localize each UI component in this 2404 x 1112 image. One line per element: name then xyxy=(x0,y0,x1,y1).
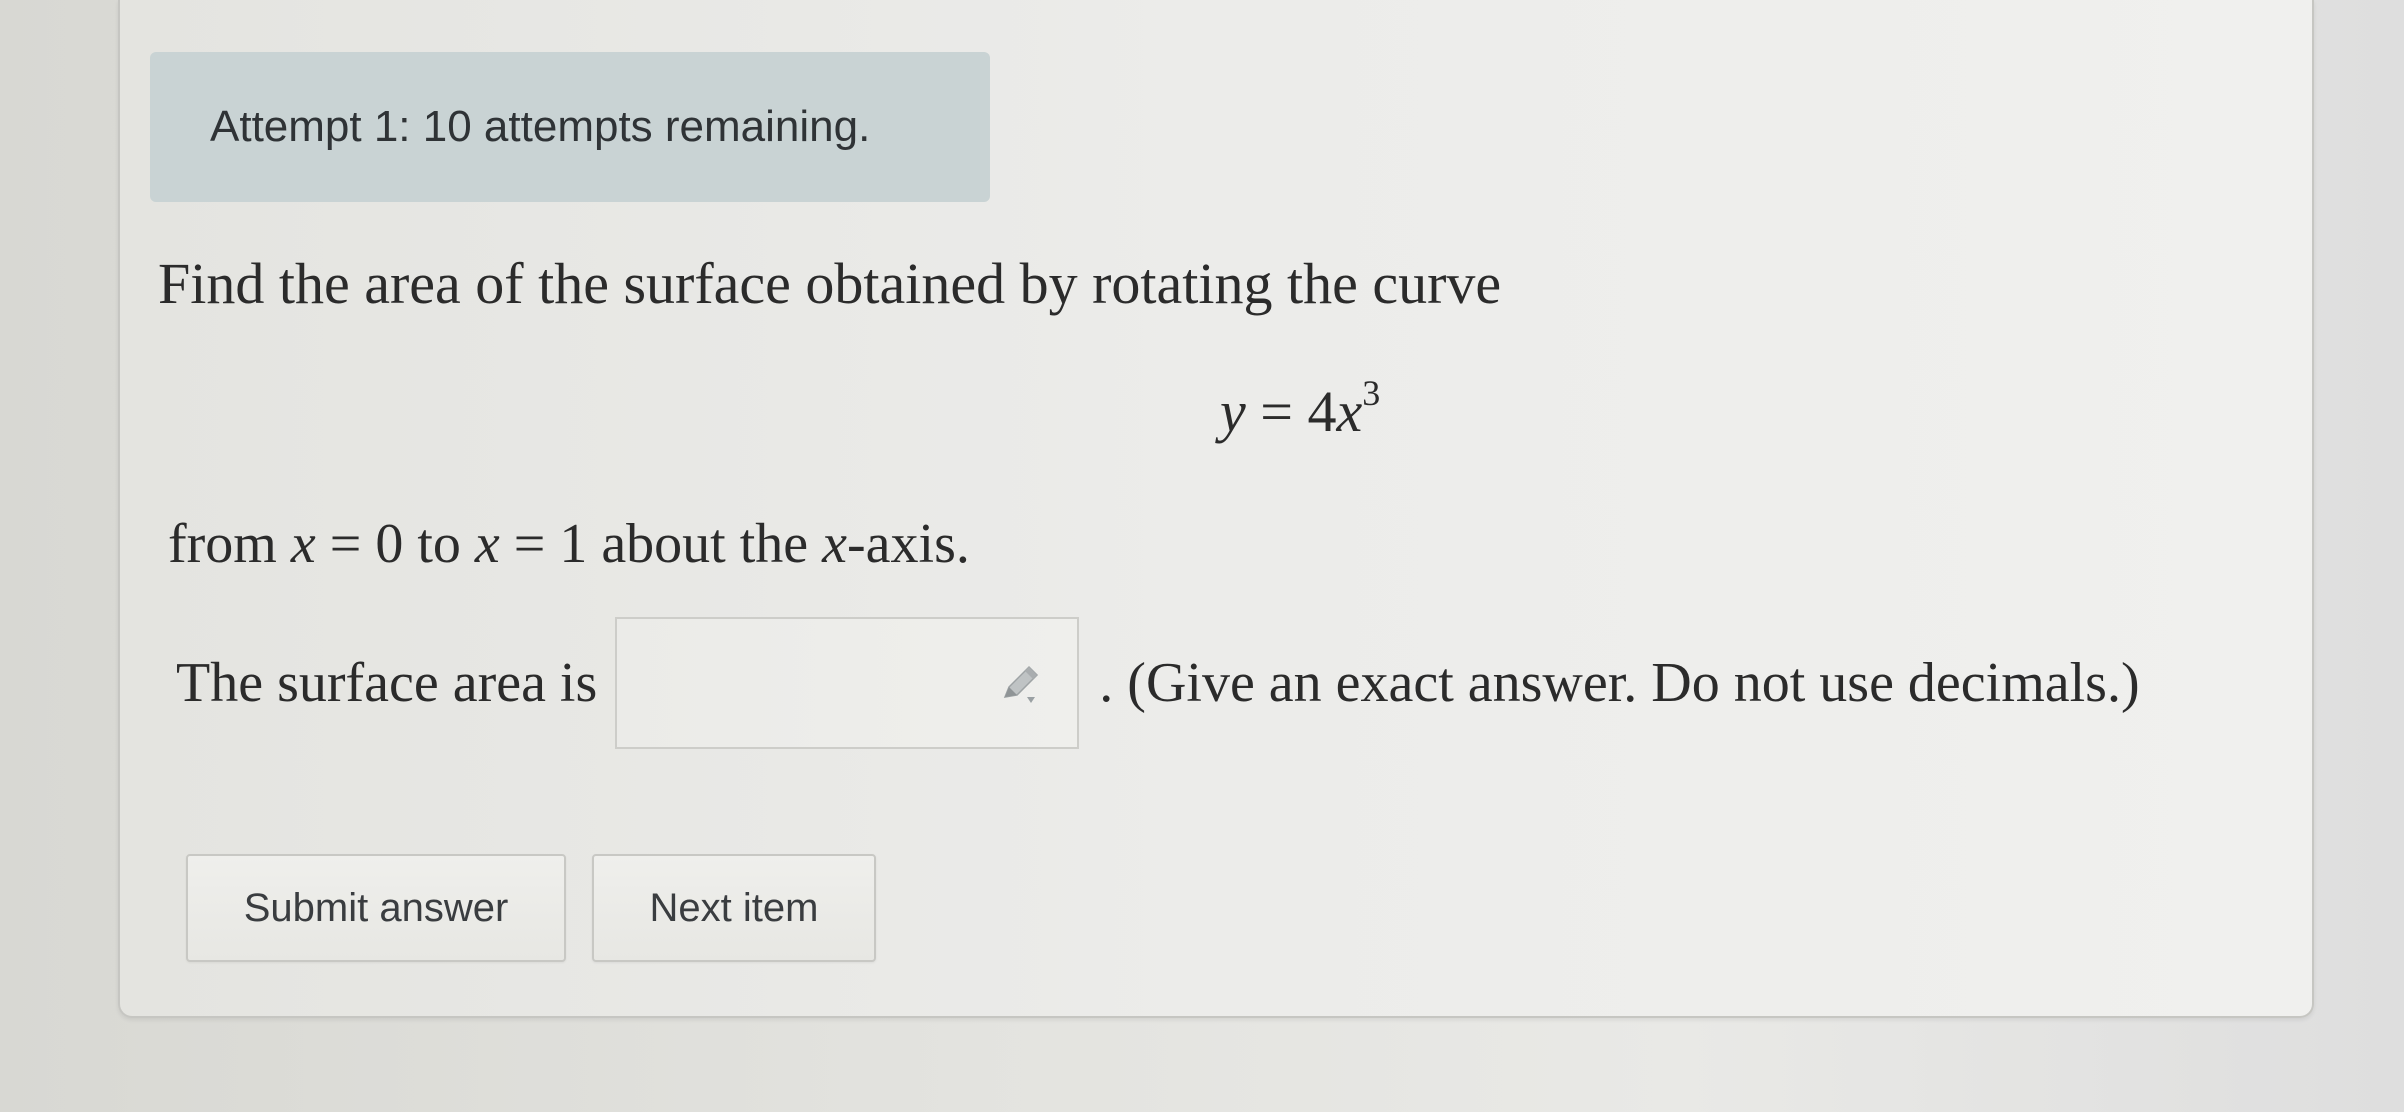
equation-exponent: 3 xyxy=(1362,373,1381,413)
range-axis-suffix: -axis. xyxy=(847,513,970,575)
answer-lead-text: The surface area is xyxy=(176,652,598,714)
range-axis-var: x xyxy=(822,513,848,575)
attempt-text: Attempt 1: 10 attempts remaining. xyxy=(210,102,871,151)
submit-answer-button[interactable]: Submit answer xyxy=(186,854,566,962)
screen: Attempt 1: 10 attempts remaining. Find t… xyxy=(0,0,2404,1112)
range-var-2: x xyxy=(474,513,500,575)
range-eq-1: = xyxy=(329,513,362,575)
next-item-button[interactable]: Next item xyxy=(592,854,876,962)
range-start: 0 xyxy=(375,513,404,575)
curve-equation: y = 4x3 xyxy=(1220,372,1380,445)
answer-trail-text: . (Give an exact answer. Do not use deci… xyxy=(1099,652,2140,714)
range-eq-2: = xyxy=(513,513,546,575)
attempt-banner: Attempt 1: 10 attempts remaining. xyxy=(150,52,990,202)
equation-variable: x xyxy=(1336,379,1363,444)
equation-lhs: y xyxy=(1220,379,1246,444)
range-var-1: x xyxy=(290,513,316,575)
answer-input[interactable] xyxy=(615,617,1080,749)
equation-equals: = xyxy=(1260,379,1293,444)
range-about: about the xyxy=(601,513,809,575)
answer-row: The surface area is . (Give an exact ans… xyxy=(176,615,2140,751)
range-to: to xyxy=(417,513,461,575)
range-end: 1 xyxy=(559,513,588,575)
pencil-icon[interactable] xyxy=(999,663,1043,707)
range-from: from xyxy=(168,513,277,575)
rotation-range: from x = 0 to x = 1 about the x-axis. xyxy=(168,512,970,576)
equation-coefficient: 4 xyxy=(1307,379,1337,444)
question-prompt: Find the area of the surface obtained by… xyxy=(158,251,1502,316)
question-card: Attempt 1: 10 attempts remaining. Find t… xyxy=(118,0,2314,1018)
